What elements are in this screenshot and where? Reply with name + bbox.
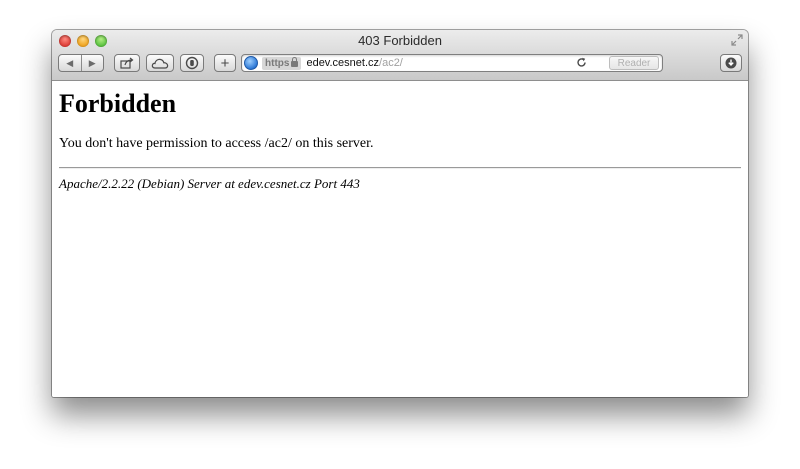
- fullscreen-icon[interactable]: [731, 34, 743, 46]
- share-icon: [120, 57, 134, 69]
- reader-button[interactable]: Reader: [609, 56, 659, 70]
- https-badge: https: [262, 56, 302, 70]
- add-bookmark-button[interactable]: +: [214, 54, 236, 72]
- address-bar[interactable]: https edev.cesnet.cz/ac2/ Reader: [241, 54, 663, 72]
- browser-window: 403 Forbidden ◀ ▶ + https edev.cesnet.cz…: [52, 30, 748, 397]
- title-bar: 403 Forbidden ◀ ▶ + https edev.cesnet.cz…: [52, 30, 748, 81]
- error-message: You don't have permission to access /ac2…: [59, 136, 374, 151]
- https-label: https: [265, 57, 290, 69]
- back-forward-group: ◀ ▶: [58, 54, 104, 72]
- server-signature: Apache/2.2.22 (Debian) Server at edev.ce…: [59, 176, 360, 191]
- forward-button[interactable]: ▶: [80, 55, 104, 71]
- window-title: 403 Forbidden: [358, 33, 442, 48]
- lock-icon: [291, 57, 299, 67]
- reading-list-button[interactable]: [180, 54, 204, 72]
- back-arrow-icon: ◀: [66, 57, 74, 68]
- download-icon: [725, 57, 737, 69]
- reload-icon[interactable]: [576, 57, 587, 71]
- forward-arrow-icon: ▶: [88, 57, 96, 68]
- page-content: Forbidden You don't have permission to a…: [52, 81, 748, 397]
- toolbar: ◀ ▶ + https edev.cesnet.cz /ac2/ Reader: [52, 52, 748, 76]
- globe-icon: [244, 56, 258, 70]
- url-host: edev.cesnet.cz: [306, 57, 380, 69]
- screenshot-stage: 403 Forbidden ◀ ▶ + https edev.cesnet.cz…: [0, 0, 800, 469]
- plus-icon: +: [220, 54, 230, 72]
- downloads-button[interactable]: [720, 54, 742, 72]
- reading-list-icon: [185, 56, 199, 70]
- back-button[interactable]: ◀: [59, 55, 81, 71]
- url-path: /ac2/: [379, 57, 403, 69]
- page-heading: Forbidden: [59, 89, 177, 118]
- icloud-icon: [151, 58, 169, 69]
- share-button[interactable]: [114, 54, 140, 72]
- icloud-tabs-button[interactable]: [146, 54, 174, 72]
- horizontal-rule: [59, 167, 741, 169]
